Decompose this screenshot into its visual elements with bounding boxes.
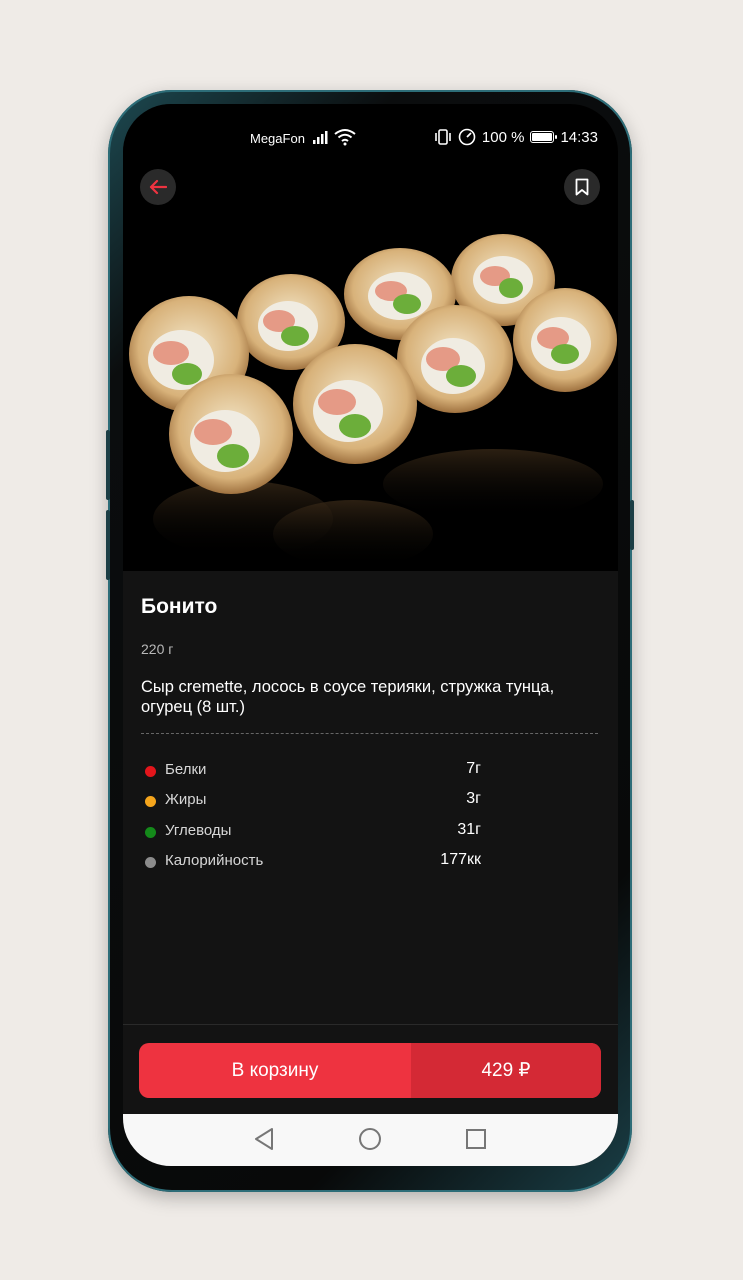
nutrition-row: Жиры 3г: [141, 789, 481, 813]
bottom-bar: В корзину 429 ₽: [123, 1024, 618, 1114]
wifi-icon: [334, 129, 356, 146]
nutrition-value: 31г: [457, 821, 481, 838]
nutrition-value: 7г: [466, 760, 481, 777]
nutrition-dot: [145, 796, 156, 807]
product-details: Бонито 220 г Сыр cremette, лосось в соус…: [123, 571, 618, 1024]
bookmark-button[interactable]: [564, 169, 600, 205]
phone-volume-button: [106, 430, 110, 500]
nutrition-row: Белки 7г: [141, 759, 481, 783]
arrow-left-icon: [149, 179, 167, 195]
app-screen: MegaFon 100 % 14:33 Бонито 220 г Сыр cre…: [123, 104, 618, 1166]
circle-home-icon[interactable]: [358, 1127, 382, 1151]
sushi-rolls-illustration: [129, 234, 617, 568]
add-to-cart-button[interactable]: В корзину 429 ₽: [139, 1043, 601, 1098]
nutrition-row: Углеводы 31г: [141, 820, 481, 844]
nutrition-label: Углеводы: [165, 822, 232, 839]
clock: 14:33: [560, 128, 598, 146]
nutrition-label: Жиры: [165, 791, 207, 808]
square-recents-icon[interactable]: [465, 1127, 487, 1151]
battery-icon: [530, 131, 558, 143]
system-nav-bar: [123, 1114, 618, 1166]
add-to-cart-label: В корзину: [231, 1059, 319, 1081]
vibrate-icon: [435, 129, 451, 145]
nutrition-row: Калорийность 177кк: [141, 850, 481, 874]
bookmark-icon: [575, 178, 589, 196]
nutrition-label: Калорийность: [165, 852, 264, 869]
nutrition-dot: [145, 857, 156, 868]
phone-volume-button: [106, 510, 110, 580]
cart-price: 429 ₽: [411, 1043, 601, 1098]
speed-icon: [458, 128, 476, 146]
nutrition-dot: [145, 766, 156, 777]
signal-icon: [313, 131, 328, 144]
carrier-name: MegaFon: [250, 131, 305, 146]
triangle-back-icon[interactable]: [253, 1127, 275, 1151]
phone-power-button: [630, 500, 634, 550]
nutrition-label: Белки: [165, 761, 207, 778]
nutrition-value: 177кк: [440, 851, 481, 868]
back-button[interactable]: [140, 169, 176, 205]
divider: [141, 733, 598, 734]
nutrition-value: 3г: [466, 790, 481, 807]
status-bar: MegaFon 100 % 14:33: [123, 104, 618, 170]
product-description: Сыр cremette, лосось в соусе терияки, ст…: [141, 678, 555, 716]
battery-percent: 100 %: [481, 128, 525, 146]
product-title: Бонито: [141, 595, 218, 618]
product-image: [123, 104, 618, 571]
nutrition-dot: [145, 827, 156, 838]
product-weight: 220 г: [141, 641, 174, 657]
